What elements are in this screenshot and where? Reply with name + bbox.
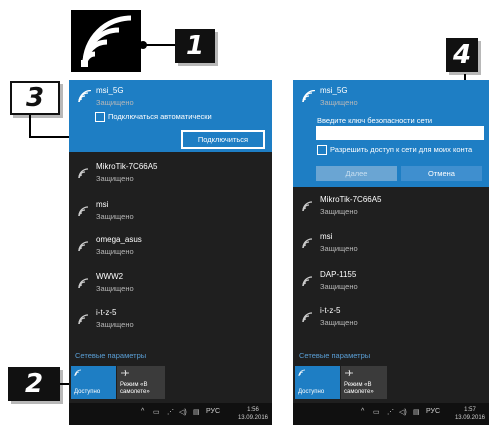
chevron-up-icon[interactable]: ^ xyxy=(141,408,144,415)
network-name: i-t-z-5 xyxy=(320,306,341,315)
network-status: Защищено xyxy=(96,284,134,293)
wifi-icon xyxy=(78,241,89,252)
network-name: WWW2 xyxy=(96,272,124,281)
network-status: Защищено xyxy=(96,247,134,256)
network-item[interactable]: i-t-z-5 Защищено xyxy=(293,304,489,342)
clock[interactable]: 1:56 13.09.2016 xyxy=(238,406,268,422)
network-name: omega_asus xyxy=(96,235,142,244)
airplane-tile-label-line2: самолете» xyxy=(120,389,150,395)
auto-connect-checkbox[interactable] xyxy=(95,112,105,122)
wifi-icon xyxy=(298,369,306,377)
auto-connect-label: Подключаться автоматически xyxy=(108,112,212,121)
airplane-tile-label-line2: самолете» xyxy=(344,389,374,395)
network-name: msi xyxy=(96,200,109,209)
wifi-icon xyxy=(78,278,89,289)
wifi-icon xyxy=(302,90,316,103)
callout-4: 4 xyxy=(446,38,478,72)
network-status: Защищено xyxy=(320,318,358,327)
network-item[interactable]: omega_asus Защищено xyxy=(69,233,272,271)
battery-icon[interactable]: ▭ xyxy=(153,408,160,416)
callout-2: 2 xyxy=(8,367,60,401)
network-name: msi_5G xyxy=(320,86,348,95)
network-settings-link[interactable]: Сетевые параметры xyxy=(75,351,146,360)
wifi-icon xyxy=(78,90,92,103)
wifi-icon xyxy=(302,312,313,323)
wifi-icon xyxy=(78,206,89,217)
network-item[interactable]: DAP-1155 Защищено xyxy=(293,268,489,306)
wifi-tile-label: Доступно xyxy=(298,389,325,395)
airplane-mode-tile[interactable]: Режим «В самолете» xyxy=(341,366,387,399)
network-item[interactable]: msi Защищено xyxy=(293,230,489,268)
callout-3: 3 xyxy=(10,81,60,115)
network-status: Защищено xyxy=(96,320,134,329)
wifi-tile-label: Доступно xyxy=(74,389,101,395)
network-flyout-left: msi_5G Защищено Подключаться автоматичес… xyxy=(69,80,272,425)
wifi-icon xyxy=(74,369,82,377)
network-name: DAP-1155 xyxy=(320,270,357,279)
keyboard-icon[interactable]: ▤ xyxy=(413,408,420,416)
wifi-icon xyxy=(302,201,313,212)
network-name: msi xyxy=(320,232,333,241)
callout-line xyxy=(29,115,31,138)
network-settings-link[interactable]: Сетевые параметры xyxy=(299,351,370,360)
network-item[interactable]: MikroTik-7C66A5 Защищено xyxy=(69,160,272,198)
airplane-icon xyxy=(345,369,353,377)
network-name: MikroTik-7C66A5 xyxy=(96,162,158,171)
clock-time: 1:57 xyxy=(464,407,476,413)
callout-line xyxy=(145,44,175,46)
taskbar: ^ ▭ ⋰ ◁) ▤ РУС 1:57 13.09.2016 xyxy=(293,403,489,425)
airplane-tile-label-line1: Режим «В xyxy=(120,382,148,388)
network-name: i-t-z-5 xyxy=(96,308,117,317)
network-status: Защищено xyxy=(96,174,134,183)
network-tray-icon[interactable]: ⋰ xyxy=(167,408,174,416)
network-status: Защищено xyxy=(320,244,358,253)
airplane-tile-label-line1: Режим «В xyxy=(344,382,372,388)
language-indicator[interactable]: РУС xyxy=(206,408,220,415)
clock-date: 13.09.2016 xyxy=(454,415,485,421)
clock[interactable]: 1:57 13.09.2016 xyxy=(455,406,485,422)
battery-icon[interactable]: ▭ xyxy=(373,408,380,416)
wifi-icon xyxy=(78,314,89,325)
wifi-tile[interactable]: Доступно xyxy=(71,366,116,399)
chevron-up-icon[interactable]: ^ xyxy=(361,408,364,415)
airplane-mode-tile[interactable]: Режим «В самолете» xyxy=(117,366,165,399)
network-flyout-right: msi_5G Защищено Введите ключ безопасност… xyxy=(293,80,489,425)
network-status: Защищено xyxy=(96,98,134,107)
language-indicator[interactable]: РУС xyxy=(426,408,440,415)
network-status: Защищено xyxy=(96,212,134,221)
network-item[interactable]: WWW2 Защищено xyxy=(69,270,272,308)
network-item[interactable]: MikroTik-7C66A5 Защищено xyxy=(293,193,489,231)
wifi-tile[interactable]: Доступно xyxy=(295,366,340,399)
selected-network: msi_5G Защищено Введите ключ безопасност… xyxy=(293,80,489,187)
callout-1: 1 xyxy=(175,29,215,63)
wifi-icon xyxy=(302,276,313,287)
keyboard-icon[interactable]: ▤ xyxy=(193,408,200,416)
airplane-icon xyxy=(121,369,129,377)
wifi-network-icon xyxy=(71,10,141,72)
wifi-icon xyxy=(78,168,89,179)
network-name: MikroTik-7C66A5 xyxy=(320,195,382,204)
network-item[interactable]: i-t-z-5 Защищено xyxy=(69,306,272,344)
security-key-prompt: Введите ключ безопасности сети xyxy=(317,116,433,125)
security-key-input[interactable] xyxy=(316,126,484,140)
volume-icon[interactable]: ◁) xyxy=(179,408,187,416)
network-status: Защищено xyxy=(320,282,358,291)
clock-time: 1:56 xyxy=(247,407,259,413)
taskbar: ^ ▭ ⋰ ◁) ▤ РУС 1:56 13.09.2016 xyxy=(69,403,272,425)
network-name: msi_5G xyxy=(96,86,124,95)
volume-icon[interactable]: ◁) xyxy=(399,408,407,416)
share-access-label: Разрешить доступ к сети для моих конта xyxy=(330,145,473,154)
share-access-checkbox[interactable] xyxy=(317,145,327,155)
network-item[interactable]: msi Защищено xyxy=(69,198,272,236)
wifi-icon xyxy=(302,238,313,249)
connect-button[interactable]: Подключиться xyxy=(181,130,265,149)
network-status: Защищено xyxy=(320,98,358,107)
cancel-button[interactable]: Отмена xyxy=(401,166,482,181)
network-status: Защищено xyxy=(320,207,358,216)
network-tray-icon[interactable]: ⋰ xyxy=(387,408,394,416)
next-button[interactable]: Далее xyxy=(316,166,397,181)
clock-date: 13.09.2016 xyxy=(237,415,268,421)
